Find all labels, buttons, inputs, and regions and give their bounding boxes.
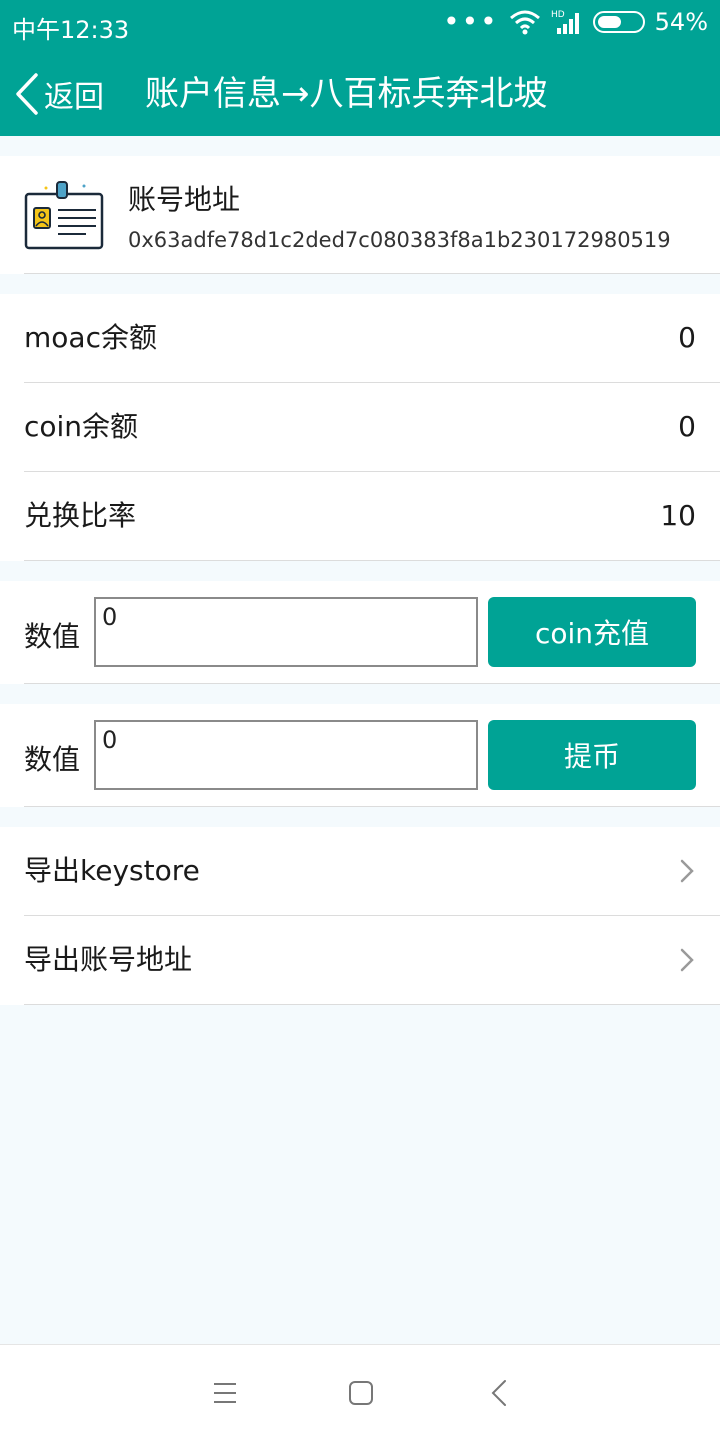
moac-balance-row: moac余额 0 bbox=[0, 294, 720, 382]
battery-icon bbox=[592, 11, 645, 33]
title-bar: 返回 账户信息→八百标兵奔北坡 bbox=[0, 52, 720, 136]
account-address-label: 账号地址 bbox=[128, 183, 241, 216]
withdraw-button[interactable]: 提币 bbox=[488, 720, 696, 790]
exchange-rate-value: 10 bbox=[660, 499, 696, 532]
balances-section: moac余额 0 coin余额 0 兑换比率 10 bbox=[0, 294, 720, 561]
menu-icon[interactable] bbox=[212, 1381, 238, 1405]
divider bbox=[24, 1004, 720, 1005]
coin-balance-value: 0 bbox=[678, 410, 696, 443]
export-address-label: 导出账号地址 bbox=[24, 943, 193, 976]
wifi-icon bbox=[509, 10, 540, 35]
system-nav-bar bbox=[0, 1344, 720, 1440]
back-label: 返回 bbox=[44, 80, 104, 115]
recharge-amount-input[interactable] bbox=[94, 597, 478, 667]
battery-percent: 54% bbox=[654, 8, 708, 36]
divider bbox=[24, 683, 720, 684]
id-card-icon bbox=[24, 181, 104, 250]
status-icons: ••• HD 54% bbox=[443, 5, 708, 38]
export-section: 导出keystore 导出账号地址 bbox=[0, 827, 720, 1005]
moac-balance-value: 0 bbox=[678, 321, 696, 354]
page-title: 账户信息→八百标兵奔北坡 bbox=[145, 74, 548, 114]
coin-balance-row: coin余额 0 bbox=[0, 383, 720, 471]
chevron-right-icon bbox=[680, 948, 694, 972]
back-button[interactable]: 返回 bbox=[14, 52, 104, 136]
exchange-rate-row: 兑换比率 10 bbox=[0, 472, 720, 560]
export-keystore-row[interactable]: 导出keystore bbox=[0, 827, 720, 915]
account-address-value: 0x63adfe78d1c2ded7c080383f8a1b2301729805… bbox=[128, 228, 671, 252]
export-keystore-label: 导出keystore bbox=[24, 854, 200, 887]
recharge-section: 数值 coin充值 bbox=[0, 581, 720, 684]
back-chevron-icon bbox=[16, 73, 38, 115]
divider bbox=[24, 560, 720, 561]
chevron-right-icon bbox=[680, 859, 694, 883]
divider bbox=[24, 806, 720, 807]
recharge-amount-label: 数值 bbox=[24, 620, 81, 653]
coin-recharge-button[interactable]: coin充值 bbox=[488, 597, 696, 667]
status-bar: 中午12:33 ••• HD 54% bbox=[0, 0, 720, 52]
divider bbox=[24, 273, 720, 274]
exchange-rate-label: 兑换比率 bbox=[24, 499, 137, 532]
withdraw-amount-label: 数值 bbox=[24, 743, 81, 776]
more-dots-icon: ••• bbox=[443, 5, 499, 38]
withdraw-section: 数值 提币 bbox=[0, 704, 720, 807]
moac-balance-label: moac余额 bbox=[24, 321, 157, 354]
status-time: 中午12:33 bbox=[12, 16, 130, 44]
home-icon[interactable] bbox=[348, 1380, 374, 1406]
back-icon[interactable] bbox=[490, 1379, 508, 1407]
export-address-row[interactable]: 导出账号地址 bbox=[0, 916, 720, 1004]
svg-text:HD: HD bbox=[551, 10, 565, 20]
withdraw-amount-input[interactable] bbox=[94, 720, 478, 790]
account-address-section: 账号地址 0x63adfe78d1c2ded7c080383f8a1b23017… bbox=[0, 156, 720, 274]
signal-icon: HD bbox=[551, 10, 579, 34]
coin-balance-label: coin余额 bbox=[24, 410, 139, 443]
